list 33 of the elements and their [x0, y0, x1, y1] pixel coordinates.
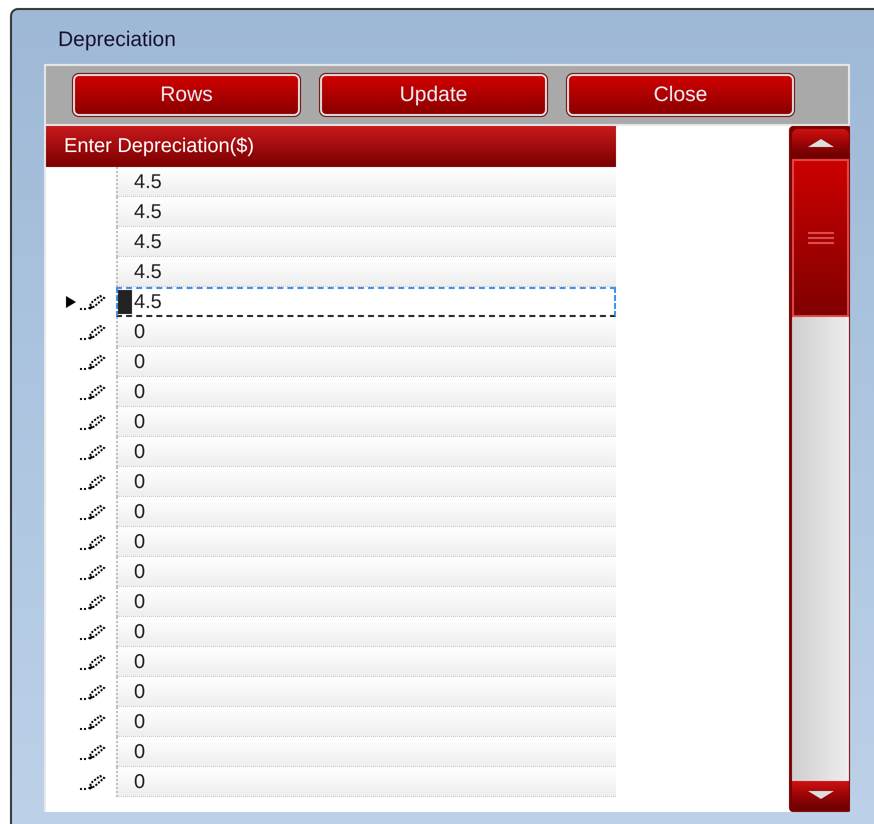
toolbar-button[interactable]: Update: [320, 74, 547, 116]
value-cell[interactable]: 0: [116, 767, 616, 797]
value-cell[interactable]: 4.5: [116, 287, 616, 317]
toolbar-button[interactable]: Close: [567, 74, 794, 116]
value-cell[interactable]: 0: [116, 647, 616, 677]
scroll-thumb[interactable]: [792, 159, 849, 317]
value-cell[interactable]: 0: [116, 377, 616, 407]
value-cell[interactable]: 0: [116, 317, 616, 347]
grip-icon: [808, 232, 834, 244]
value-cell[interactable]: 0: [116, 677, 616, 707]
value-cell[interactable]: 4.5: [116, 227, 616, 257]
value-cell[interactable]: 0: [116, 347, 616, 377]
value-cell[interactable]: 0: [116, 407, 616, 437]
toolbar-button[interactable]: Rows: [73, 74, 300, 116]
scrollbar[interactable]: [789, 126, 850, 812]
down-arrow-icon: [808, 791, 834, 799]
up-arrow-icon: [808, 139, 834, 147]
value-cell[interactable]: 0: [116, 527, 616, 557]
value-cell[interactable]: 0: [116, 587, 616, 617]
window-title: Depreciation: [58, 27, 177, 53]
column-header: Enter Depreciation($): [46, 126, 616, 167]
value-cell[interactable]: 0: [116, 437, 616, 467]
value-cell[interactable]: 0: [116, 737, 616, 767]
scroll-down-button[interactable]: [792, 781, 849, 809]
value-cell[interactable]: 4.5: [116, 197, 616, 227]
value-cell[interactable]: 4.5: [116, 167, 616, 197]
scroll-up-button[interactable]: [792, 129, 849, 157]
value-cell[interactable]: 0: [116, 617, 616, 647]
value-cell[interactable]: 0: [116, 497, 616, 527]
value-cell[interactable]: 0: [116, 467, 616, 497]
value-cell[interactable]: 0: [116, 707, 616, 737]
value-cell[interactable]: 0: [116, 557, 616, 587]
value-cell[interactable]: 4.5: [116, 257, 616, 287]
